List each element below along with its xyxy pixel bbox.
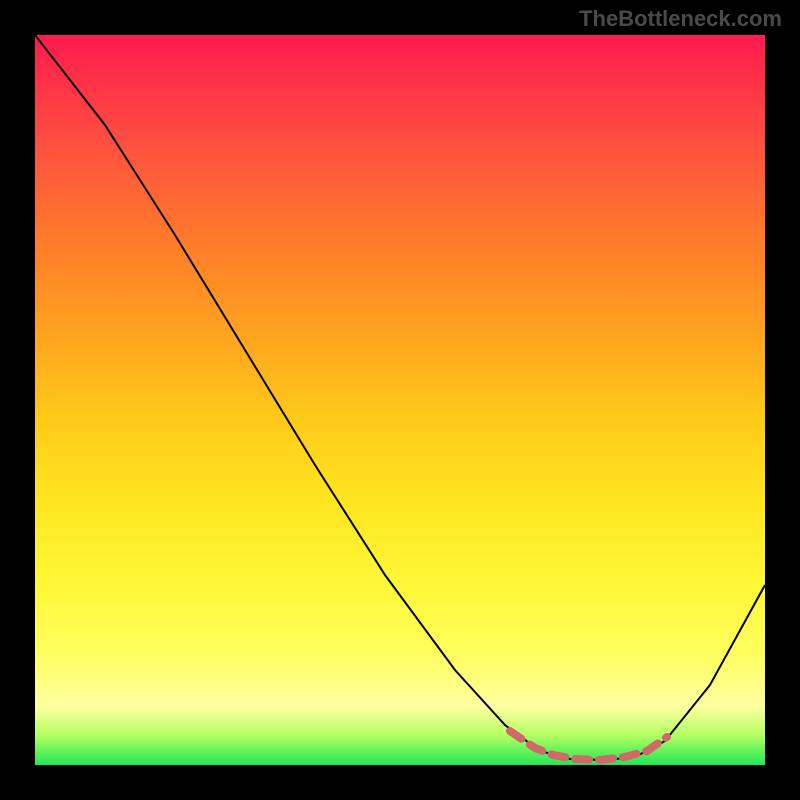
bottom-highlight-path [510, 731, 667, 760]
primary-curve-path [35, 35, 765, 760]
chart-svg [35, 35, 765, 765]
chart-container: TheBottleneck.com [0, 0, 800, 800]
watermark-text: TheBottleneck.com [579, 6, 782, 32]
plot-area [35, 35, 765, 765]
